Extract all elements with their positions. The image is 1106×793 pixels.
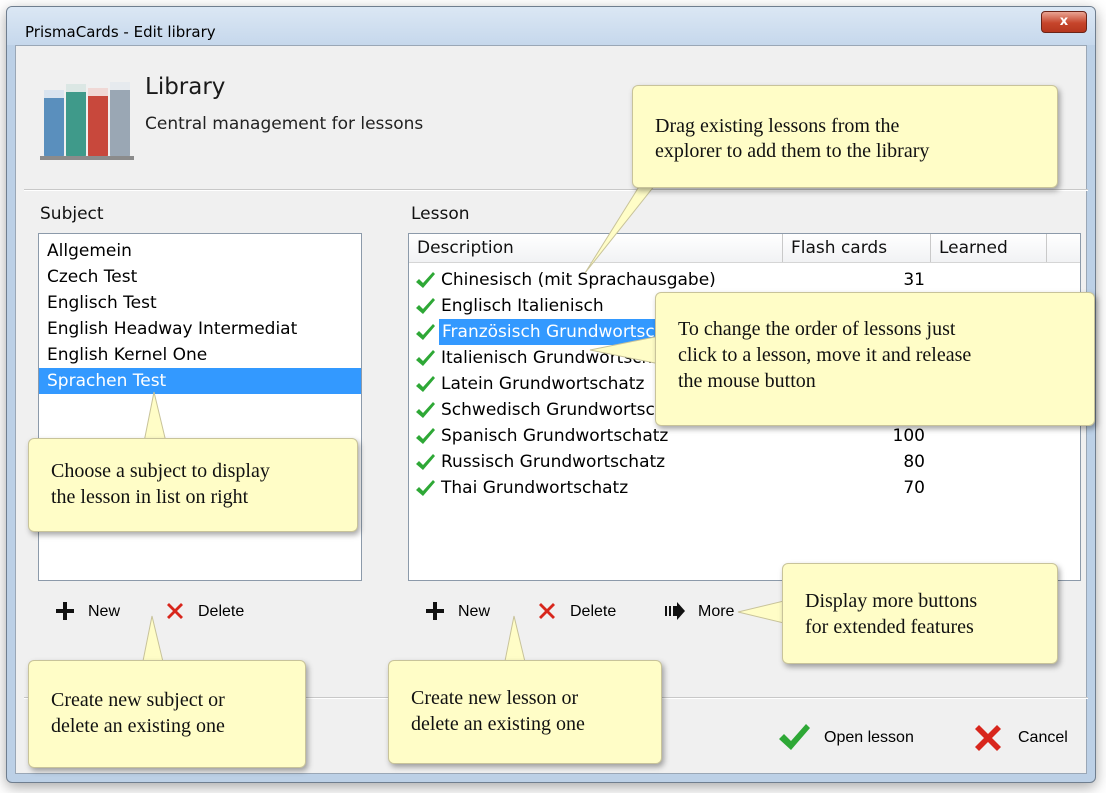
more-label: More (698, 603, 735, 620)
callout-text: explorer to add them to the library (655, 140, 930, 162)
lesson-name: Spanisch Grundwortschatz (441, 426, 669, 446)
callout-tail (737, 599, 789, 625)
page-title: Library (145, 74, 226, 100)
callout-text: Choose a subject to display (51, 460, 270, 482)
close-icon: x (1059, 14, 1069, 29)
new-lesson-label: New (458, 603, 491, 620)
checkmark-icon (416, 324, 435, 340)
callout-text: Display more buttons (805, 590, 978, 612)
callout-tail (584, 184, 657, 274)
callout-text: delete an existing one (411, 713, 585, 735)
checkmark-icon (416, 454, 435, 470)
checkmark-icon (416, 298, 435, 314)
callout-more-buttons: Display more buttons for extended featur… (782, 563, 1058, 664)
callout-text: for extended features (805, 616, 974, 638)
lesson-name: Englisch Italienisch (441, 296, 604, 316)
subject-item[interactable]: Englisch Test (39, 290, 361, 316)
lesson-name: Thai Grundwortschatz (441, 478, 629, 498)
new-lesson-button[interactable]: New (424, 597, 496, 627)
column-learned[interactable]: Learned (931, 234, 1047, 262)
checkmark-icon (416, 272, 435, 288)
column-flash-cards[interactable]: Flash cards (783, 234, 931, 262)
delete-subject-label: Delete (198, 603, 245, 620)
lesson-card-count: 31 (903, 270, 925, 290)
checkmark-icon (416, 350, 435, 366)
callout-tail (143, 391, 167, 443)
subject-item[interactable]: English Headway Intermediat (39, 316, 361, 342)
subject-item-selected[interactable]: Sprachen Test (39, 368, 361, 394)
callout-text: click to a lesson, move it and release (678, 344, 972, 366)
callout-new-lesson: Create new lesson or delete an existing … (388, 660, 662, 764)
callout-text: Create new subject or (51, 689, 225, 711)
lesson-card-count: 70 (903, 478, 925, 498)
delete-lesson-label: Delete (570, 603, 617, 620)
subject-item[interactable]: Czech Test (39, 264, 361, 290)
cancel-button[interactable]: Cancel (970, 718, 1080, 758)
cancel-icon (975, 725, 1001, 751)
subject-label: Subject (40, 204, 104, 224)
lesson-name: Chinesisch (mit Sprachausgabe) (441, 270, 716, 290)
callout-change-order: To change the order of lessons just clic… (655, 292, 1095, 426)
more-button[interactable]: More (664, 597, 744, 627)
page-subtitle: Central management for lessons (145, 114, 424, 134)
lesson-card-count: 100 (892, 426, 925, 446)
subject-item[interactable]: Allgemein (39, 238, 361, 264)
callout-text: Create new lesson or (411, 687, 579, 709)
lesson-row[interactable]: Russisch Grundwortschatz 80 (409, 449, 1080, 475)
open-lesson-button[interactable]: Open lesson (776, 718, 936, 758)
callout-tail (589, 335, 661, 365)
callout-drag-lessons: Drag existing lessons from the explorer … (632, 85, 1058, 188)
lesson-label: Lesson (411, 204, 470, 224)
callout-text: the mouse button (678, 370, 816, 392)
lesson-row[interactable]: Spanisch Grundwortschatz 100 (409, 423, 1080, 449)
checkmark-icon (416, 402, 435, 418)
callout-choose-subject: Choose a subject to display the lesson i… (28, 438, 358, 532)
close-button[interactable]: x (1041, 11, 1087, 33)
open-lesson-label: Open lesson (824, 729, 914, 746)
lesson-row[interactable]: Thai Grundwortschatz 70 (409, 475, 1080, 501)
plus-icon (56, 602, 74, 620)
header-divider (24, 189, 1088, 191)
checkmark-icon (779, 724, 810, 750)
callout-text: the lesson in list on right (51, 486, 249, 508)
title-bar: PrismaCards - Edit library x (7, 7, 1095, 45)
callout-tail (503, 615, 527, 667)
lesson-name: Latein Grundwortschatz (441, 374, 645, 394)
cancel-label: Cancel (1018, 729, 1068, 746)
callout-tail (141, 615, 165, 667)
callout-new-subject: Create new subject or delete an existing… (28, 660, 306, 768)
checkmark-icon (416, 376, 435, 392)
lesson-card-count: 80 (903, 452, 925, 472)
new-subject-button[interactable]: New (54, 597, 124, 627)
delete-icon (539, 603, 555, 619)
callout-text: Drag existing lessons from the (655, 115, 900, 137)
window-title: PrismaCards - Edit library (25, 23, 216, 41)
checkmark-icon (416, 428, 435, 444)
plus-icon (426, 602, 444, 620)
arrow-right-icon (665, 602, 685, 620)
lesson-list-header: Description Flash cards Learned (409, 234, 1080, 263)
lesson-row[interactable]: Chinesisch (mit Sprachausgabe) 31 (409, 267, 1080, 293)
subject-item[interactable]: English Kernel One (39, 342, 361, 368)
checkmark-icon (416, 480, 435, 496)
delete-subject-button[interactable]: Delete (164, 597, 259, 627)
callout-text: delete an existing one (51, 715, 225, 737)
books-icon (40, 82, 134, 160)
new-subject-label: New (88, 603, 121, 620)
delete-lesson-button[interactable]: Delete (536, 597, 631, 627)
callout-text: To change the order of lessons just (678, 318, 956, 340)
lesson-name: Russisch Grundwortschatz (441, 452, 666, 472)
